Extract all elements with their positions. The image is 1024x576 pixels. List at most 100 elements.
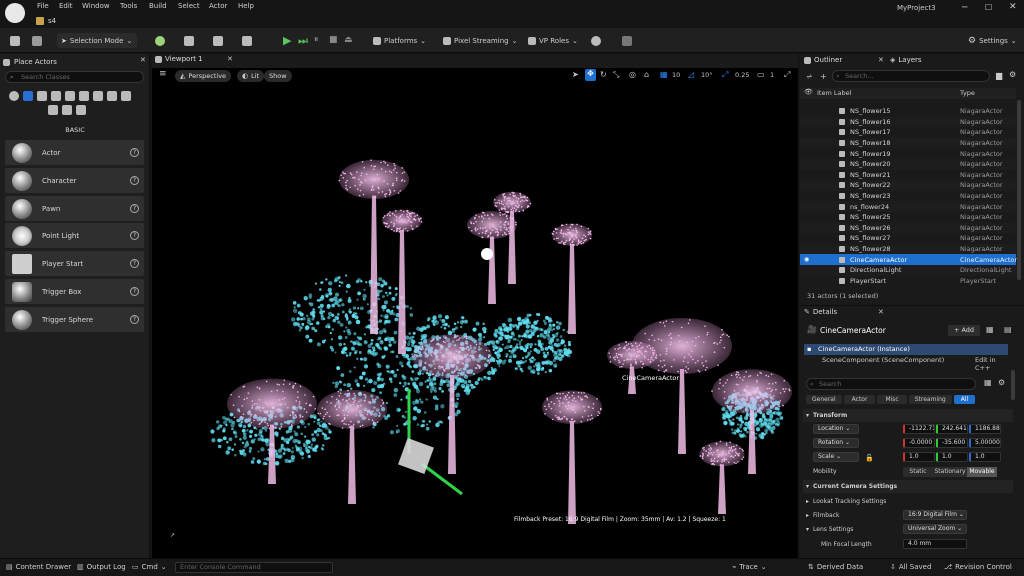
visibility-icon[interactable]: ◉: [804, 256, 809, 263]
rotation-snap-icon[interactable]: ◿: [688, 70, 694, 79]
camera-speed-icon[interactable]: ▭: [757, 70, 765, 79]
platforms-button[interactable]: Platforms ⌄: [373, 33, 426, 48]
landscape-icon[interactable]: [48, 105, 58, 115]
place-actors-tab[interactable]: Place Actors: [3, 56, 57, 68]
close-icon[interactable]: ✕: [227, 55, 233, 63]
recent-icon[interactable]: [9, 91, 19, 101]
menu-edit[interactable]: Edit: [59, 2, 73, 10]
outliner-row[interactable]: NS_flower26 NiagaraActor: [800, 222, 1016, 234]
mobility-movable[interactable]: Movable: [967, 467, 997, 477]
actor-item-trigger-sphere[interactable]: Trigger Sphere?: [5, 307, 144, 332]
layers-tab[interactable]: ◈ Layers: [890, 56, 922, 64]
outliner-scrollbar[interactable]: [1017, 100, 1021, 280]
rotation-y[interactable]: -35.600: [936, 438, 968, 448]
blueprint-add-icon[interactable]: ▦: [986, 325, 994, 334]
expand-arrow-icon[interactable]: ▸: [806, 512, 809, 519]
settings-gear-icon[interactable]: ⚙: [998, 378, 1005, 387]
help-icon[interactable]: ?: [130, 315, 139, 324]
grid-snap-value[interactable]: 10: [672, 71, 680, 79]
viewport-tab[interactable]: Viewport 1: [155, 55, 203, 63]
settings-button[interactable]: ⚙ Settings ⌄: [968, 33, 1017, 48]
history-icon[interactable]: [591, 36, 601, 46]
menu-tools[interactable]: Tools: [120, 2, 137, 10]
filter-all[interactable]: All: [953, 395, 976, 404]
close-icon[interactable]: ✕: [878, 56, 884, 64]
pause-icon[interactable]: ⏸: [314, 35, 319, 45]
unreal-logo-icon[interactable]: [5, 3, 25, 23]
rotate-icon[interactable]: ↻: [600, 70, 607, 79]
hamburger-icon[interactable]: ≡: [159, 69, 167, 79]
panel-options-icon[interactable]: ▤: [1004, 325, 1012, 334]
volumes-icon[interactable]: [107, 91, 117, 101]
item-label-header[interactable]: Item Label: [817, 89, 851, 97]
location-dropdown[interactable]: Location ⌄: [813, 424, 859, 434]
actor-item-pawn[interactable]: Pawn?: [5, 196, 144, 221]
viewport[interactable]: CineCameraActor Filmback Preset: 16:9 Di…: [152, 54, 798, 558]
lens-dropdown[interactable]: Universal Zoom ⌄: [903, 524, 967, 534]
vp-roles-button[interactable]: VP Roles ⌄: [528, 33, 578, 48]
class-search-input[interactable]: ⌕ Search Classes: [5, 71, 144, 83]
outliner-row[interactable]: NS_flower17 NiagaraActor: [800, 127, 1016, 138]
content-drawer-button[interactable]: ▤ Content Drawer: [6, 563, 71, 571]
trace-button[interactable]: ⌁ Trace ⌄: [732, 563, 767, 571]
expand-arrow-icon[interactable]: ▾: [806, 526, 809, 533]
play-icon[interactable]: ▶: [283, 34, 291, 47]
help-icon[interactable]: ?: [130, 259, 139, 268]
details-search-input[interactable]: ⌕ Search: [806, 378, 976, 390]
basic-category-icon[interactable]: [23, 91, 33, 101]
cmd-button[interactable]: ▭ Cmd ⌄: [132, 563, 167, 571]
menu-actor[interactable]: Actor: [209, 2, 227, 10]
menu-window[interactable]: Window: [82, 2, 110, 10]
rotation-x[interactable]: -0.0000: [903, 438, 935, 448]
outliner-row[interactable]: NS_flower25 NiagaraActor: [800, 212, 1016, 223]
filmback-dropdown[interactable]: 16:9 Digital Film ⌄: [903, 510, 967, 520]
outliner-row[interactable]: NS_flower28 NiagaraActor: [800, 243, 1016, 255]
filter-icon[interactable]: ⩫: [806, 72, 813, 81]
current-camera-section[interactable]: ▾ Current Camera Settings: [803, 480, 1013, 493]
mobility-static[interactable]: Static: [903, 467, 933, 477]
outliner-row[interactable]: NS_flower21 NiagaraActor: [800, 170, 1016, 181]
filter-actor[interactable]: Actor: [843, 395, 876, 404]
close-icon[interactable]: ✕: [140, 56, 146, 64]
mobility-stationary[interactable]: Stationary: [933, 467, 967, 477]
min-focal-field[interactable]: 4.0 mm: [903, 539, 967, 549]
outliner-row[interactable]: NS_flower27 NiagaraActor: [800, 233, 1016, 244]
filter-general[interactable]: General: [806, 395, 842, 404]
table-view-icon[interactable]: ▦: [984, 378, 992, 387]
outliner-row[interactable]: NS_flower16 NiagaraActor: [800, 116, 1016, 128]
select-icon[interactable]: ➤: [572, 70, 579, 79]
show-button[interactable]: Show: [264, 70, 292, 82]
lights-icon[interactable]: [37, 91, 47, 101]
close-icon[interactable]: ✕: [1009, 2, 1017, 12]
outliner-row[interactable]: NS_flower20 NiagaraActor: [800, 159, 1016, 170]
scale-snap-icon[interactable]: ⤢: [722, 70, 728, 80]
close-icon[interactable]: ✕: [878, 308, 884, 316]
location-z[interactable]: 1186.88: [969, 424, 1001, 434]
derived-data-button[interactable]: ⇅ Derived Data: [808, 563, 863, 571]
scale-snap-value[interactable]: 0.25: [735, 71, 749, 79]
outliner-tab[interactable]: Outliner: [804, 56, 842, 64]
transform-section[interactable]: ▾ Transform: [803, 409, 1013, 422]
outliner-row[interactable]: NS_flower23 NiagaraActor: [800, 191, 1016, 202]
maximize-viewport-icon[interactable]: ⤢: [784, 70, 790, 80]
filter-misc[interactable]: Misc: [877, 395, 907, 404]
add-actor-icon[interactable]: [155, 36, 165, 46]
sequencer-icon[interactable]: [213, 36, 223, 46]
eject-icon[interactable]: ⏏: [344, 35, 353, 45]
details-scrollbar[interactable]: [1011, 370, 1015, 400]
scale-dropdown[interactable]: Scale ⌄: [813, 452, 859, 462]
outliner-row[interactable]: PlayerStart PlayerStart: [800, 276, 1016, 287]
add-filter-icon[interactable]: +: [820, 72, 827, 81]
help-icon[interactable]: ?: [130, 231, 139, 240]
shapes-icon[interactable]: [51, 91, 61, 101]
details-tab[interactable]: ✎ Details: [804, 308, 837, 316]
lock-icon[interactable]: 🔓: [865, 454, 874, 462]
grid-snap-icon[interactable]: ▦: [660, 70, 668, 79]
type-header[interactable]: Type: [960, 89, 975, 97]
actor-item-point-light[interactable]: Point Light?: [5, 223, 144, 248]
lookat-row[interactable]: ▸ Lookat Tracking Settings: [803, 495, 1013, 508]
perspective-button[interactable]: ◭ Perspective: [175, 70, 232, 82]
rotation-dropdown[interactable]: Rotation ⌄: [813, 438, 859, 448]
rotation-z[interactable]: 5.00000: [969, 438, 1001, 448]
pixel-streaming-button[interactable]: Pixel Streaming ⌄: [443, 33, 517, 48]
